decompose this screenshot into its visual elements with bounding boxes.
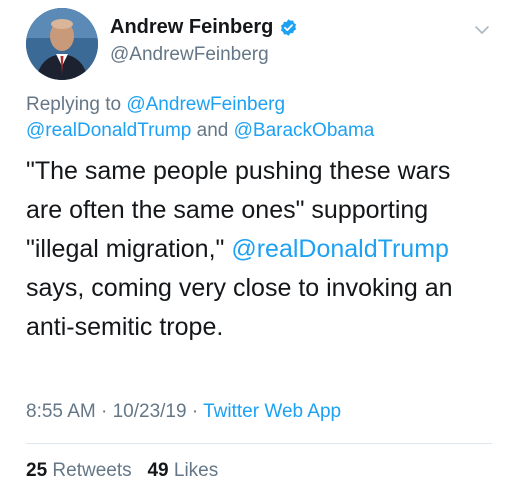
tweet-stats: 25 Retweets 49 Likes [26,460,218,482]
retweets-label: Retweets [52,460,132,481]
divider [26,443,492,444]
likes-count: 49 [147,460,169,481]
likes-label: Likes [173,460,219,481]
tweet-text-line: "The same people pushing these wars [26,157,451,185]
tweet-text-line: says, coming very close to invoking an [26,274,453,302]
retweets-count: 25 [26,460,48,481]
reply-mention-barackobama[interactable]: @BarackObama [234,120,375,141]
tweet-text-line: anti-semitic trope. [26,313,224,341]
meta-separator: · [191,401,199,422]
author-name-row[interactable]: Andrew Feinberg [110,14,298,40]
tweet-source-link[interactable]: Twitter Web App [203,401,341,422]
tweet-text: "The same people pushing these wars are … [26,152,496,347]
likes-stat[interactable]: 49 Likes [147,460,218,481]
tweet-text-line: "illegal migration," @realDonaldTrump [26,230,496,269]
avatar-image [26,8,98,80]
tweet-text-segment: "illegal migration," [26,235,225,263]
reply-context: Replying to @AndrewFeinberg @realDonaldT… [26,92,374,144]
tweet-metadata: 8:55 AM · 10/23/19 · Twitter Web App [26,401,341,423]
author-handle[interactable]: @AndrewFeinberg [110,44,269,66]
tweet-card: Andrew Feinberg @AndrewFeinberg Replying… [0,0,512,485]
reply-joiner: and [196,120,229,141]
verified-badge-icon [279,18,298,37]
tweet-time[interactable]: 8:55 AM [26,401,96,422]
chevron-down-icon[interactable] [474,22,490,38]
reply-mention-andrewfeinberg[interactable]: @AndrewFeinberg [126,94,285,115]
reply-prefix: Replying to [26,94,122,115]
avatar[interactable] [26,8,98,80]
tweet-mention-realdonaldtrump[interactable]: @realDonaldTrump [231,235,449,263]
meta-separator: · [101,401,108,422]
retweets-stat[interactable]: 25 Retweets [26,460,132,481]
author-display-name[interactable]: Andrew Feinberg [110,16,273,39]
tweet-date[interactable]: 10/23/19 [113,401,187,422]
reply-mention-realdonaldtrump[interactable]: @realDonaldTrump [26,120,191,141]
tweet-text-line: are often the same ones" supporting [26,196,429,224]
